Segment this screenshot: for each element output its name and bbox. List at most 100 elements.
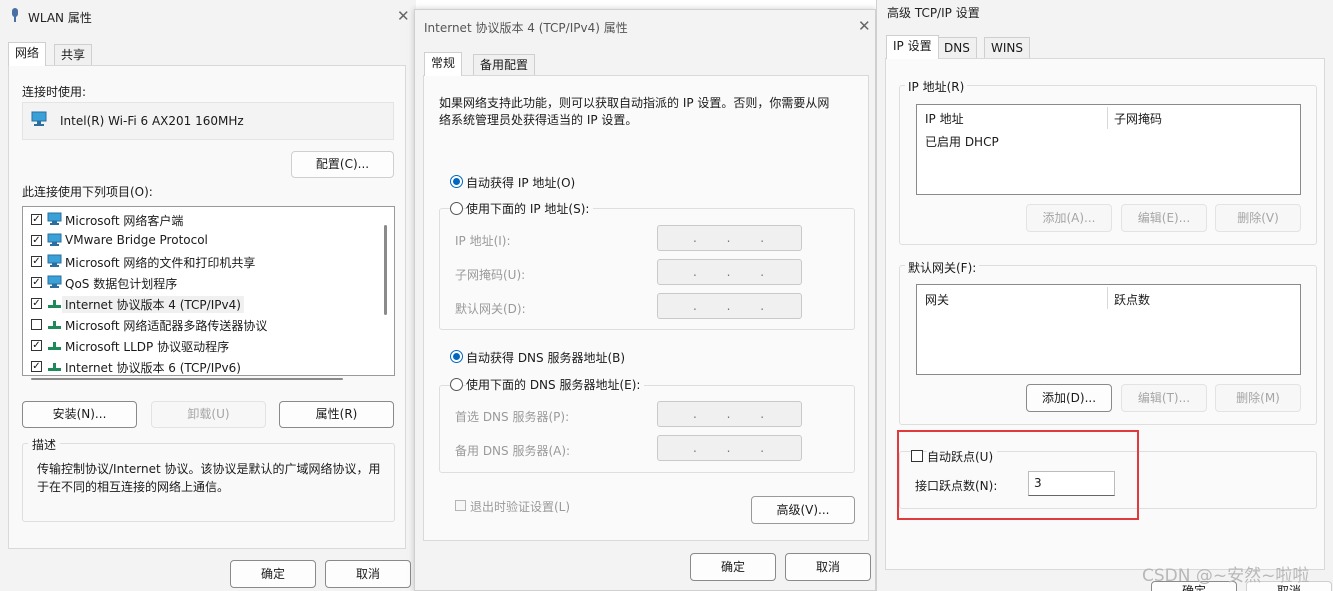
ip-address-label: IP 地址(I):: [455, 234, 511, 248]
wifi-icon: [11, 8, 19, 22]
connect-using-label: 连接时使用:: [22, 85, 87, 99]
auto-ip-radio[interactable]: [450, 175, 463, 188]
column-divider: [1107, 287, 1108, 309]
tab-ip-settings[interactable]: IP 设置: [886, 35, 939, 59]
subnet-mask-field[interactable]: . . .: [657, 259, 802, 285]
subnet-column-header[interactable]: 子网掩码: [1114, 110, 1162, 127]
subnet-mask-label: 子网掩码(U):: [455, 268, 526, 282]
list-item[interactable]: ✓ Microsoft LLDP 协议驱动程序: [23, 336, 373, 357]
checkbox-checked[interactable]: ✓: [31, 361, 42, 372]
network-client-icon: [47, 212, 62, 225]
wlan-ok-button[interactable]: 确定: [230, 560, 316, 588]
list-item-label: Microsoft 网络适配器多路传送器协议: [65, 319, 268, 333]
adapter-name: Intel(R) Wi-Fi 6 AX201 160MHz: [60, 114, 244, 128]
description-text-line2: 于在不同的相互连接的网络上通信。: [37, 480, 230, 494]
uninstall-button[interactable]: 卸载(U): [151, 401, 266, 428]
manual-ip-radio[interactable]: [450, 202, 463, 215]
alternate-dns-field[interactable]: . . .: [657, 435, 802, 461]
validate-on-exit-label: 退出时验证设置(L): [470, 500, 571, 514]
close-icon[interactable]: ✕: [397, 9, 410, 24]
manual-dns-label[interactable]: 使用下面的 DNS 服务器地址(E):: [466, 376, 645, 393]
advanced-tcpip-window: 高级 TCP/IP 设置 IP 设置 DNS WINS IP 地址(R) IP …: [876, 0, 1333, 591]
tab-general[interactable]: 常规: [424, 52, 463, 76]
list-item[interactable]: ✓ Internet 协议版本 6 (TCP/IPv6): [23, 357, 373, 378]
checkbox-checked[interactable]: ✓: [31, 298, 42, 309]
info-text-line1: 如果网络支持此功能，则可以获取自动指派的 IP 设置。否则，你需要从网: [439, 96, 830, 110]
checkbox-unchecked[interactable]: [31, 319, 42, 330]
ipv4-ok-button[interactable]: 确定: [690, 553, 776, 581]
auto-dns-label[interactable]: 自动获得 DNS 服务器地址(B): [466, 349, 625, 366]
ip-address-list[interactable]: IP 地址 子网掩码 已启用 DHCP: [916, 104, 1301, 195]
advanced-button[interactable]: 高级(V)...: [751, 496, 855, 524]
watermark: CSDN @~安然~啦啦: [1142, 566, 1310, 586]
list-item[interactable]: ✓ Microsoft 网络客户端: [23, 210, 373, 231]
protocol-icon: [47, 359, 62, 372]
gateway-group-label: 默认网关(F):: [905, 259, 980, 276]
checkbox-checked[interactable]: ✓: [31, 277, 42, 288]
checkbox-checked[interactable]: ✓: [31, 256, 42, 267]
tab-network[interactable]: 网络: [8, 42, 47, 66]
validate-on-exit-checkbox[interactable]: [455, 500, 466, 511]
ip-column-header[interactable]: IP 地址: [925, 110, 964, 127]
gateway-list[interactable]: 网关 跃点数: [916, 284, 1301, 375]
network-adapter-icon: [31, 111, 48, 129]
horizontal-scrollbar[interactable]: [31, 378, 343, 380]
auto-dns-radio[interactable]: [450, 350, 463, 363]
configure-button[interactable]: 配置(C)...: [291, 151, 394, 178]
wlan-window-title: WLAN 属性: [28, 11, 92, 25]
properties-button[interactable]: 属性(R): [279, 401, 394, 428]
items-label: 此连接使用下列项目(O):: [22, 185, 153, 199]
alternate-dns-label: 备用 DNS 服务器(A):: [455, 444, 571, 458]
tab-sharing[interactable]: 共享: [54, 44, 93, 66]
items-list[interactable]: ✓ Microsoft 网络客户端 ✓ VMware Bridge Protocol ✓…: [22, 206, 395, 380]
ipv4-cancel-button[interactable]: 取消: [785, 553, 871, 581]
default-gateway-label: 默认网关(D):: [455, 302, 526, 316]
wlan-cancel-button[interactable]: 取消: [325, 560, 411, 588]
preferred-dns-field[interactable]: . . .: [657, 401, 802, 427]
list-item[interactable]: ✓ VMware Bridge Protocol: [23, 231, 373, 252]
checkbox-checked[interactable]: ✓: [31, 340, 42, 351]
network-client-icon: [47, 254, 62, 267]
auto-ip-label[interactable]: 自动获得 IP 地址(O): [466, 174, 575, 191]
close-icon[interactable]: ✕: [858, 19, 871, 34]
protocol-icon: [47, 296, 62, 309]
ip-edit-button[interactable]: 编辑(E)...: [1121, 204, 1207, 232]
manual-ip-label[interactable]: 使用下面的 IP 地址(S):: [466, 200, 594, 217]
metric-column-header[interactable]: 跃点数: [1114, 291, 1150, 308]
ip-delete-button[interactable]: 删除(V): [1215, 204, 1301, 232]
install-button[interactable]: 安装(N)...: [22, 401, 137, 428]
highlight-rectangle: [897, 430, 1139, 520]
ipv4-properties-window: Internet 协议版本 4 (TCP/IPv4) 属性 ✕ 常规 备用配置 …: [414, 9, 876, 591]
ip-address-field[interactable]: . . .: [657, 225, 802, 251]
ip-add-button[interactable]: 添加(A)...: [1026, 204, 1112, 232]
advanced-window-title: 高级 TCP/IP 设置: [887, 6, 980, 20]
gateway-edit-button[interactable]: 编辑(T)...: [1121, 384, 1207, 412]
preferred-dns-label: 首选 DNS 服务器(P):: [455, 410, 570, 424]
list-item[interactable]: ✓ Microsoft 网络的文件和打印机共享: [23, 252, 373, 273]
checkbox-checked[interactable]: ✓: [31, 214, 42, 225]
checkbox-checked[interactable]: ✓: [31, 235, 42, 246]
list-item-label: VMware Bridge Protocol: [65, 233, 208, 247]
list-item[interactable]: ✓ QoS 数据包计划程序: [23, 273, 373, 294]
list-item-label: Microsoft 网络客户端: [65, 214, 184, 228]
tab-dns[interactable]: DNS: [937, 37, 977, 59]
network-client-icon: [47, 233, 62, 246]
tab-wins[interactable]: WINS: [984, 37, 1030, 59]
gateway-delete-button[interactable]: 删除(M): [1215, 384, 1301, 412]
column-divider: [1107, 107, 1108, 129]
wlan-properties-window: WLAN 属性 ✕ 网络 共享 连接时使用: Intel(R) Wi-Fi 6 …: [0, 0, 416, 591]
list-item[interactable]: 已启用 DHCP: [925, 133, 999, 150]
ipv4-window-title: Internet 协议版本 4 (TCP/IPv4) 属性: [424, 21, 628, 35]
list-item-label: Internet 协议版本 6 (TCP/IPv6): [65, 361, 241, 375]
list-item-label: Microsoft 网络的文件和打印机共享: [65, 256, 256, 270]
manual-dns-radio[interactable]: [450, 378, 463, 391]
list-item-label: Microsoft LLDP 协议驱动程序: [65, 340, 230, 354]
list-item[interactable]: Microsoft 网络适配器多路传送器协议: [23, 315, 373, 336]
tab-alternate-config[interactable]: 备用配置: [473, 54, 536, 76]
network-client-icon: [47, 275, 62, 288]
gateway-column-header[interactable]: 网关: [925, 291, 949, 308]
default-gateway-field[interactable]: . . .: [657, 293, 802, 319]
gateway-add-button[interactable]: 添加(D)...: [1026, 384, 1112, 412]
vertical-scrollbar[interactable]: [384, 225, 387, 315]
list-item[interactable]: ✓ Internet 协议版本 4 (TCP/IPv4): [23, 294, 373, 315]
